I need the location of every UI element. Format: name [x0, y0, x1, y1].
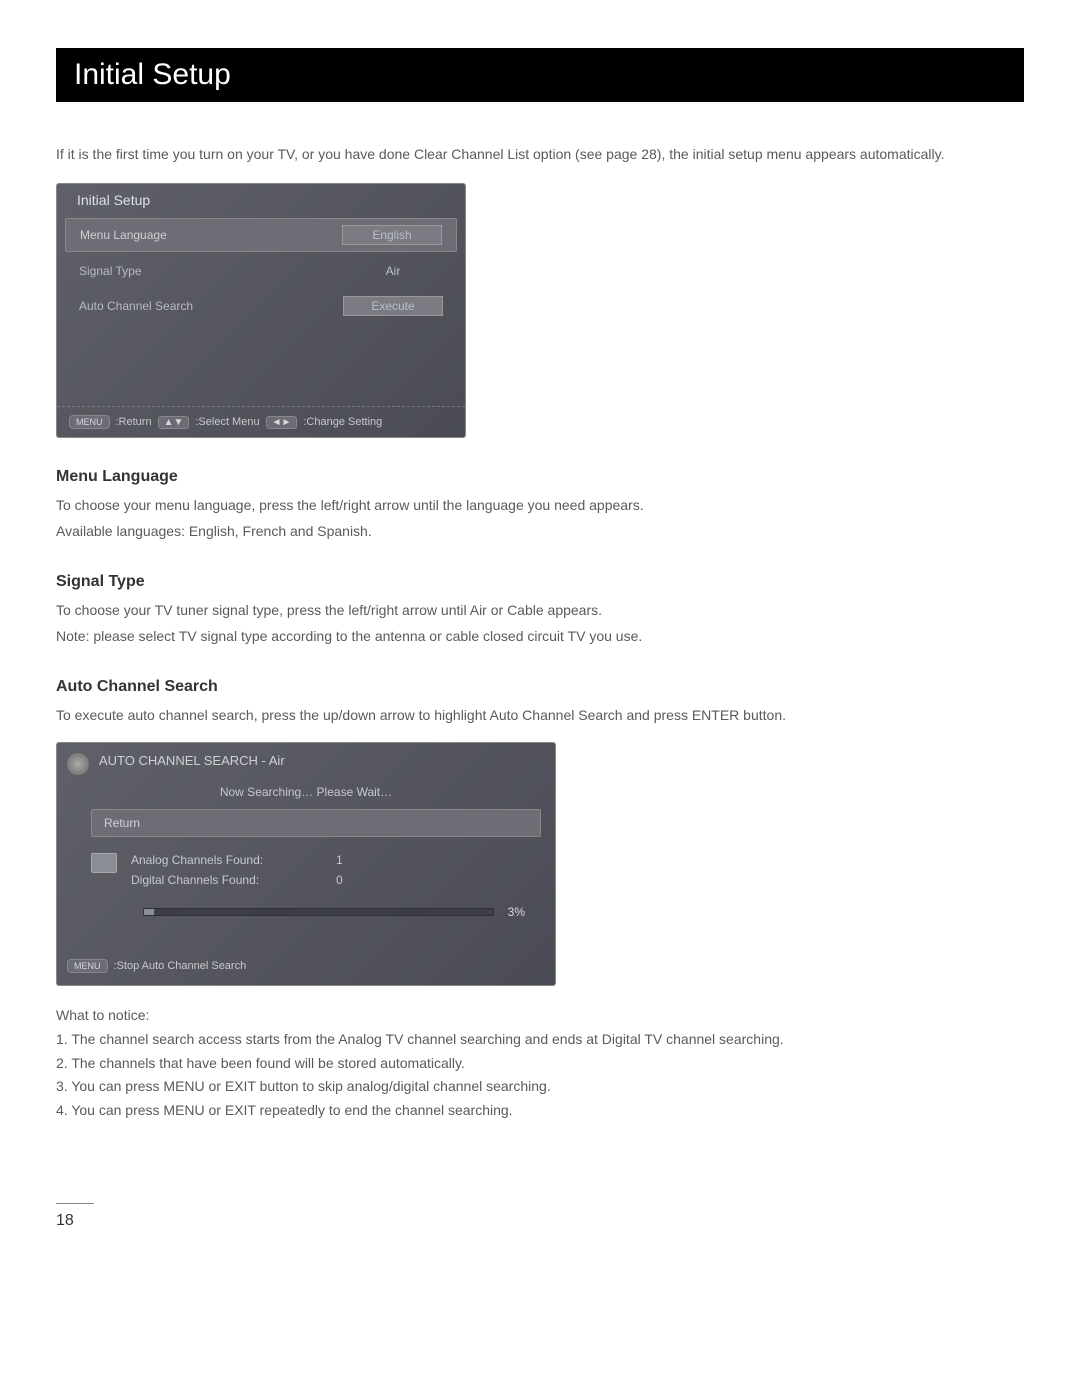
setup-menu-header: Initial Setup: [57, 184, 465, 218]
tv-icon: [91, 853, 117, 873]
footer-return-label: :Return: [116, 416, 152, 428]
result-value: 0: [336, 873, 343, 887]
menu-language-heading: Menu Language: [56, 468, 1024, 486]
auto-search-screenshot: AUTO CHANNEL SEARCH - Air Now Searching……: [56, 742, 556, 986]
menu-language-line: Available languages: English, French and…: [56, 520, 1024, 542]
setup-menu-row-label: Menu Language: [80, 228, 167, 242]
auto-search-line: To execute auto channel search, press th…: [56, 704, 1024, 726]
result-value: 1: [336, 853, 343, 867]
progress-percent: 3%: [508, 905, 525, 919]
spacer: [57, 326, 465, 406]
up-down-arrow-icon: ▲▼: [158, 416, 190, 429]
setup-menu-footer: MENU :Return ▲▼ :Select Menu ◄► :Change …: [57, 406, 465, 437]
search-footer-label: :Stop Auto Channel Search: [114, 960, 247, 972]
notice-item: 1. The channel search access starts from…: [56, 1028, 1024, 1052]
footer-select-label: :Select Menu: [195, 416, 259, 428]
setup-menu-row-value: Execute: [343, 296, 443, 316]
signal-type-line: To choose your TV tuner signal type, pre…: [56, 599, 1024, 621]
progress-row: 3%: [57, 895, 555, 927]
search-return-row[interactable]: Return: [91, 809, 541, 837]
result-label: Digital Channels Found:: [131, 873, 306, 887]
search-result-line: Analog Channels Found: 1: [131, 853, 541, 867]
notice-item: 4. You can press MENU or EXIT repeatedly…: [56, 1099, 1024, 1123]
setup-menu-row[interactable]: Menu Language English: [65, 218, 457, 252]
intro-paragraph: If it is the first time you turn on your…: [56, 144, 1024, 165]
setup-menu-row[interactable]: Auto Channel Search Execute: [65, 290, 457, 322]
page-number: 18: [56, 1193, 1024, 1230]
notice-item: 2. The channels that have been found wil…: [56, 1052, 1024, 1076]
signal-type-heading: Signal Type: [56, 573, 1024, 591]
search-results-block: Analog Channels Found: 1 Digital Channel…: [57, 847, 555, 895]
auto-search-heading: Auto Channel Search: [56, 678, 1024, 696]
page-title-bar: Initial Setup: [56, 48, 1024, 102]
search-subtitle: Now Searching… Please Wait…: [57, 781, 555, 809]
result-label: Analog Channels Found:: [131, 853, 306, 867]
setup-menu-row-value: Air: [343, 262, 443, 280]
progress-bar: [143, 908, 494, 916]
disc-icon: [67, 753, 89, 775]
menu-button-icon: MENU: [69, 415, 110, 429]
search-shot-header: AUTO CHANNEL SEARCH - Air: [57, 751, 555, 781]
progress-fill: [144, 909, 154, 915]
notice-item: 3. You can press MENU or EXIT button to …: [56, 1075, 1024, 1099]
notice-heading: What to notice:: [56, 1004, 1024, 1028]
menu-language-line: To choose your menu language, press the …: [56, 494, 1024, 516]
search-title: AUTO CHANNEL SEARCH - Air: [99, 753, 285, 768]
setup-menu-row-value: English: [342, 225, 442, 245]
page-title: Initial Setup: [74, 58, 1006, 92]
notice-list: What to notice: 1. The channel search ac…: [56, 1004, 1024, 1123]
search-footer: MENU :Stop Auto Channel Search: [57, 951, 555, 977]
setup-menu-row-label: Auto Channel Search: [79, 299, 193, 313]
setup-menu-row[interactable]: Signal Type Air: [65, 256, 457, 286]
left-right-arrow-icon: ◄►: [266, 416, 298, 429]
footer-change-label: :Change Setting: [303, 416, 382, 428]
menu-button-icon: MENU: [67, 959, 108, 973]
setup-menu-row-label: Signal Type: [79, 264, 142, 278]
initial-setup-screenshot: Initial Setup Menu Language English Sign…: [56, 183, 466, 438]
search-result-line: Digital Channels Found: 0: [131, 873, 541, 887]
signal-type-line: Note: please select TV signal type accor…: [56, 625, 1024, 647]
